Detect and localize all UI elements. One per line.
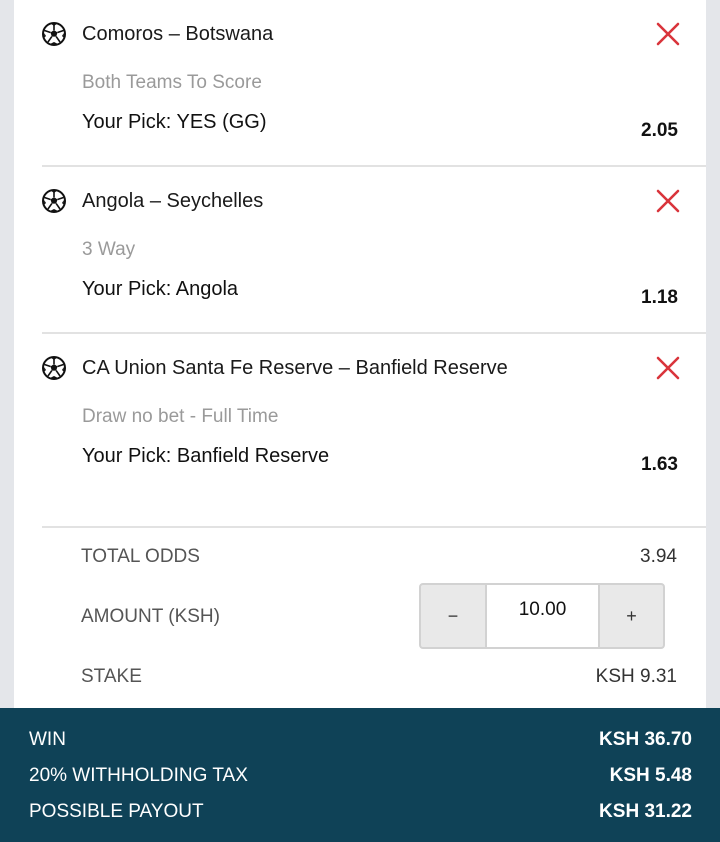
match-name: Angola – Seychelles [82,190,264,212]
close-icon[interactable] [654,354,682,382]
bet-item: Angola – Seychelles 3 Way Your Pick: Ang… [42,167,706,334]
market-name: Both Teams To Score [82,72,262,93]
increment-button[interactable]: + [600,585,663,647]
minus-icon: − [447,605,459,626]
amount-stepper: − + [419,583,665,649]
win-label: WIN [29,729,66,750]
soccer-ball-icon [42,356,66,380]
bet-odds: 1.18 [641,287,678,308]
total-odds-value: 3.94 [640,546,677,567]
soccer-ball-icon [42,22,66,46]
total-odds-label: TOTAL ODDS [81,546,200,567]
bet-item: CA Union Santa Fe Reserve – Banfield Res… [42,334,706,528]
decrement-button[interactable]: − [421,585,485,647]
stake-value: KSH 9.31 [595,666,677,687]
tax-value: KSH 5.48 [609,765,692,786]
payout-footer: WIN KSH 36.70 20% WITHHOLDING TAX KSH 5.… [0,708,720,842]
close-icon[interactable] [654,20,682,48]
your-pick: Your Pick: YES (GG) [82,111,267,133]
soccer-ball-icon [42,189,66,213]
amount-input[interactable] [485,585,600,647]
payout-label: POSSIBLE PAYOUT [29,801,204,822]
bet-item: Comoros – Botswana Both Teams To Score Y… [42,0,706,167]
your-pick: Your Pick: Banfield Reserve [82,445,330,467]
your-pick: Your Pick: Angola [82,278,239,300]
close-icon[interactable] [654,187,682,215]
match-name: Comoros – Botswana [82,23,274,45]
amount-label: AMOUNT (KSH) [81,606,220,627]
bet-odds: 1.63 [641,454,678,475]
win-value: KSH 36.70 [599,729,692,750]
plus-icon: + [626,605,637,626]
market-name: 3 Way [82,239,136,260]
bet-odds: 2.05 [641,120,678,141]
stake-label: STAKE [81,666,142,687]
match-name: CA Union Santa Fe Reserve – Banfield Res… [82,357,508,379]
payout-value: KSH 31.22 [599,801,692,822]
tax-label: 20% WITHHOLDING TAX [29,765,248,786]
market-name: Draw no bet - Full Time [82,406,279,427]
